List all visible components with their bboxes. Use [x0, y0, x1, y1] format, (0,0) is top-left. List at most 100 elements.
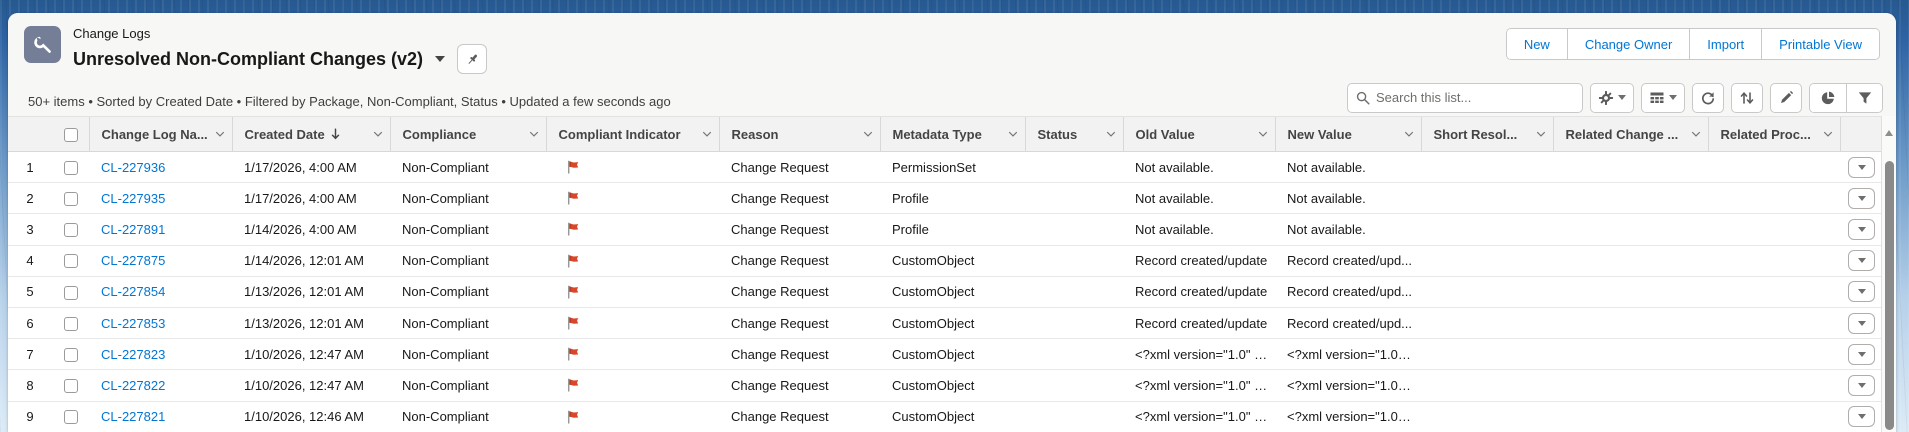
row-actions-button[interactable] [1848, 250, 1875, 272]
printable-view-button[interactable]: Printable View [1761, 29, 1879, 59]
row-actions-button[interactable] [1848, 312, 1875, 334]
chevron-down-icon[interactable] [701, 128, 713, 140]
column-header-reason[interactable]: Reason [718, 116, 880, 152]
change-log-name-cell: CL-227891 [89, 213, 232, 246]
row-select-cell [52, 182, 89, 215]
row-checkbox[interactable] [64, 160, 78, 175]
metadata-type-cell: CustomObject [880, 276, 1025, 308]
related-process-cell [1708, 369, 1840, 402]
list-view-selector-chevron-icon[interactable] [435, 56, 446, 62]
list-view-controls-button[interactable] [1590, 82, 1634, 113]
related-process-cell [1708, 151, 1840, 184]
column-header-related-change[interactable]: Related Change ... [1552, 116, 1708, 152]
column-header-status[interactable]: Status [1024, 116, 1123, 152]
change-log-link[interactable]: CL-227936 [101, 160, 165, 175]
change-log-link[interactable]: CL-227821 [101, 409, 165, 424]
change-owner-button[interactable]: Change Owner [1566, 29, 1690, 59]
inline-edit-button[interactable] [1770, 82, 1802, 113]
change-log-name-cell: CL-227935 [89, 182, 232, 215]
column-header-short-resolution[interactable]: Short Resol... [1420, 116, 1553, 152]
chevron-down-icon[interactable] [1105, 128, 1117, 140]
row-actions-button[interactable] [1848, 406, 1875, 428]
vertical-scrollbar[interactable] [1881, 116, 1896, 432]
column-header-compliant-indicator[interactable]: Compliant Indicator [545, 116, 719, 152]
table-row: 2 CL-227935 1/17/2026, 4:00 AM Non-Compl… [8, 182, 1881, 215]
red-flag-icon [568, 191, 579, 205]
change-log-link[interactable]: CL-227853 [101, 316, 165, 331]
row-checkbox[interactable] [64, 379, 78, 394]
row-actions-button[interactable] [1848, 156, 1875, 178]
compliant-indicator-cell [546, 182, 719, 215]
pencil-icon [1780, 90, 1793, 103]
chevron-down-icon[interactable] [528, 128, 540, 140]
compliant-indicator-cell [546, 338, 719, 371]
filter-button[interactable] [1846, 83, 1882, 112]
column-header-metadata-type[interactable]: Metadata Type [879, 116, 1025, 152]
scrollbar-up-arrow-icon[interactable] [1885, 130, 1893, 136]
row-actions-button[interactable] [1848, 218, 1875, 240]
chevron-down-icon[interactable] [1403, 128, 1415, 140]
chevron-down-icon[interactable] [1007, 128, 1019, 140]
row-select-cell [52, 245, 89, 277]
chevron-down-icon[interactable] [1257, 128, 1269, 140]
chevron-down-icon [1857, 320, 1866, 326]
short-resolution-cell [1421, 401, 1553, 432]
related-change-cell [1553, 245, 1708, 277]
column-header-new-value[interactable]: New Value [1274, 116, 1421, 152]
metadata-type-cell: Profile [880, 182, 1025, 215]
old-value-cell: <?xml version="1.0" e... [1123, 401, 1275, 432]
chevron-down-icon[interactable] [214, 128, 226, 140]
related-change-cell [1553, 213, 1708, 246]
compliance-cell: Non-Compliant [390, 369, 546, 402]
row-actions-button[interactable] [1848, 281, 1875, 303]
row-checkbox[interactable] [64, 285, 78, 300]
change-log-link[interactable]: CL-227823 [101, 347, 165, 362]
chevron-down-icon[interactable] [1535, 128, 1547, 140]
row-checkbox[interactable] [64, 192, 78, 207]
row-checkbox[interactable] [64, 254, 78, 269]
scrollbar-thumb[interactable] [1885, 161, 1894, 430]
row-actions-button[interactable] [1848, 374, 1875, 396]
refresh-icon [1702, 91, 1715, 104]
settings-gear-icon [1599, 90, 1613, 105]
refresh-button[interactable] [1692, 82, 1724, 113]
select-all-checkbox[interactable] [64, 127, 78, 142]
row-checkbox[interactable] [64, 316, 78, 331]
row-checkbox[interactable] [64, 223, 78, 238]
change-logs-object-icon [24, 26, 61, 63]
row-actions-button[interactable] [1848, 343, 1875, 365]
created-date-cell: 1/17/2026, 4:00 AM [232, 151, 390, 184]
display-as-button[interactable] [1641, 82, 1685, 113]
row-checkbox[interactable] [64, 410, 78, 425]
new-value-cell: Not available. [1275, 182, 1421, 215]
column-header-created-date[interactable]: Created Date [231, 116, 390, 152]
column-header-compliance[interactable]: Compliance [389, 116, 546, 152]
chevron-down-icon[interactable] [1690, 128, 1702, 140]
pin-icon [468, 54, 477, 64]
sort-button[interactable] [1731, 82, 1763, 113]
chevron-down-icon [1618, 95, 1626, 100]
change-log-link[interactable]: CL-227822 [101, 378, 165, 393]
change-log-link[interactable]: CL-227875 [101, 253, 165, 268]
row-actions-button[interactable] [1848, 187, 1875, 209]
related-change-cell [1553, 369, 1708, 402]
status-cell [1025, 338, 1123, 371]
chevron-down-icon[interactable] [862, 128, 874, 140]
search-input[interactable] [1376, 90, 1574, 105]
change-log-link[interactable]: CL-227891 [101, 222, 165, 237]
created-date-cell: 1/14/2026, 4:00 AM [232, 213, 390, 246]
import-button[interactable]: Import [1689, 29, 1762, 59]
chevron-down-icon[interactable] [372, 128, 384, 140]
pin-list-view-button[interactable] [457, 44, 488, 74]
row-checkbox[interactable] [64, 348, 78, 362]
new-button[interactable]: New [1506, 29, 1567, 59]
chevron-down-icon[interactable] [1822, 128, 1834, 140]
table-body: 1 CL-227936 1/17/2026, 4:00 AM Non-Compl… [8, 151, 1881, 432]
change-log-link[interactable]: CL-227935 [101, 191, 165, 206]
compliant-indicator-cell [546, 245, 719, 277]
column-header-related-process[interactable]: Related Proc... [1707, 116, 1840, 152]
charts-button[interactable] [1810, 83, 1846, 112]
column-header-old-value[interactable]: Old Value [1122, 116, 1275, 152]
change-log-link[interactable]: CL-227854 [101, 284, 165, 299]
column-header-change-log-name[interactable]: Change Log Na... [88, 116, 232, 152]
